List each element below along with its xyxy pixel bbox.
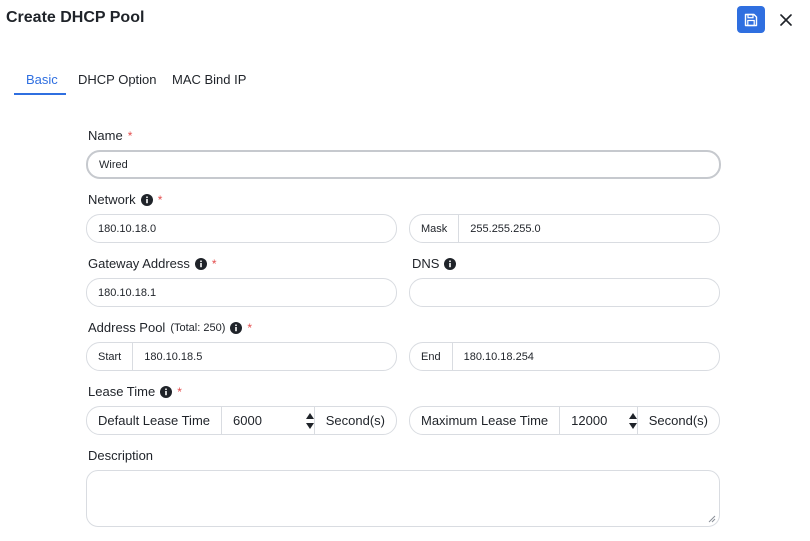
- name-label: Name: [88, 128, 123, 143]
- default-lease-addon-label: Default Lease Time: [87, 407, 223, 434]
- close-button[interactable]: [775, 9, 797, 31]
- default-lease-field[interactable]: Default Lease Time Second(s): [86, 406, 397, 435]
- pool-end-input[interactable]: [452, 343, 719, 370]
- mask-addon-label: Mask: [410, 215, 460, 242]
- gateway-input[interactable]: [87, 279, 396, 306]
- network-field[interactable]: [86, 214, 397, 243]
- name-input[interactable]: [88, 152, 719, 177]
- info-icon[interactable]: [140, 193, 153, 206]
- network-label: Network: [88, 192, 136, 207]
- dns-input[interactable]: [410, 279, 719, 306]
- address-pool-total: (Total: 250): [170, 321, 226, 334]
- max-lease-stepper[interactable]: [628, 407, 637, 434]
- address-pool-label-row: Address Pool (Total: 250) *: [88, 320, 252, 335]
- description-textarea[interactable]: [87, 471, 719, 526]
- tab-basic[interactable]: Basic: [26, 72, 58, 104]
- tab-mac-bind-ip[interactable]: MAC Bind IP: [172, 72, 246, 104]
- required-mark: *: [211, 256, 217, 271]
- mask-field[interactable]: Mask: [409, 214, 720, 243]
- save-button[interactable]: [737, 6, 765, 33]
- required-mark: *: [127, 128, 133, 143]
- network-input[interactable]: [87, 215, 396, 242]
- pool-start-input[interactable]: [133, 343, 396, 370]
- dialog-header: Create DHCP Pool: [0, 0, 810, 40]
- increment-icon[interactable]: [628, 412, 637, 419]
- name-field[interactable]: [86, 150, 721, 179]
- required-mark: *: [157, 192, 163, 207]
- end-addon-label: End: [410, 343, 453, 370]
- max-lease-field[interactable]: Maximum Lease Time Second(s): [409, 406, 720, 435]
- close-icon: [780, 14, 792, 26]
- pool-end-field[interactable]: End: [409, 342, 720, 371]
- network-label-row: Network *: [88, 192, 162, 207]
- description-field[interactable]: [86, 470, 720, 527]
- resize-grip-icon[interactable]: [708, 515, 716, 523]
- max-lease-addon-label: Maximum Lease Time: [410, 407, 561, 434]
- gateway-label: Gateway Address: [88, 256, 190, 271]
- lease-time-label-row: Lease Time *: [88, 384, 182, 399]
- default-lease-stepper[interactable]: [305, 407, 314, 434]
- start-addon-label: Start: [87, 343, 134, 370]
- dns-label-row: DNS: [412, 256, 457, 271]
- gateway-label-row: Gateway Address *: [88, 256, 217, 271]
- dns-field[interactable]: [409, 278, 720, 307]
- gateway-field[interactable]: [86, 278, 397, 307]
- lease-time-label: Lease Time: [88, 384, 156, 399]
- max-lease-unit: Second(s): [636, 407, 719, 434]
- tab-dhcp-option[interactable]: DHCP Option: [78, 72, 157, 104]
- dns-label: DNS: [412, 256, 440, 271]
- decrement-icon[interactable]: [305, 422, 314, 429]
- floppy-disk-icon: [744, 13, 758, 26]
- default-lease-input[interactable]: [222, 407, 306, 434]
- dialog-title: Create DHCP Pool: [6, 9, 145, 26]
- mask-input[interactable]: [459, 215, 719, 242]
- pool-start-field[interactable]: Start: [86, 342, 397, 371]
- info-icon[interactable]: [444, 257, 457, 270]
- name-label-row: Name *: [88, 128, 132, 143]
- required-mark: *: [177, 384, 182, 399]
- info-icon[interactable]: [160, 385, 173, 398]
- description-label: Description: [88, 448, 154, 463]
- max-lease-input[interactable]: [560, 407, 629, 434]
- decrement-icon[interactable]: [628, 422, 637, 429]
- address-pool-label: Address Pool: [88, 320, 166, 335]
- description-label-row: Description: [88, 448, 153, 463]
- increment-icon[interactable]: [305, 412, 314, 419]
- info-icon[interactable]: [230, 321, 243, 334]
- required-mark: *: [247, 320, 253, 335]
- active-tab-indicator: [14, 93, 66, 95]
- default-lease-unit: Second(s): [313, 407, 396, 434]
- info-icon[interactable]: [194, 257, 207, 270]
